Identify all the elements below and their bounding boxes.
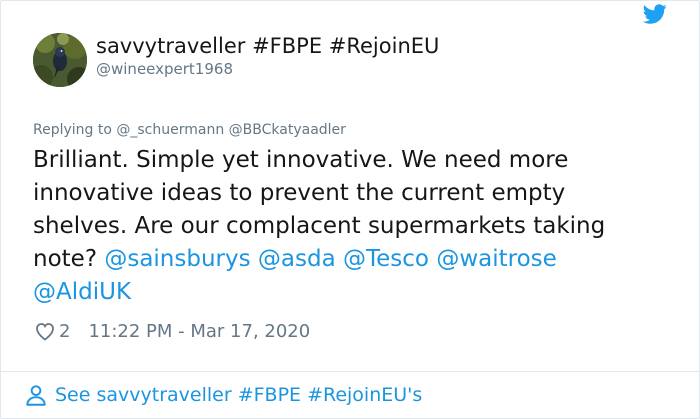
tweet-line: shelves. Are our complacent supermarkets… (33, 213, 606, 239)
mention-link[interactable]: @AldiUK (33, 279, 131, 305)
tweet-card: savvytraveller #FBPE #RejoinEU @wineexpe… (0, 0, 700, 419)
heart-icon[interactable] (33, 319, 57, 343)
tweet-line: innovative ideas to prevent the current … (33, 180, 566, 206)
see-more-label[interactable]: See savvytraveller #FBPE #RejoinEU's (55, 384, 422, 406)
replying-to: Replying to @_schuermann @BBCkatyaadler (33, 121, 346, 139)
tweet-line: Brilliant. Simple yet innovative. We nee… (33, 147, 569, 173)
divider (1, 371, 699, 372)
avatar-image (33, 33, 87, 87)
tweet-text: Brilliant. Simple yet innovative. We nee… (33, 144, 673, 309)
reply-mention[interactable]: @BBCkatyaadler (229, 122, 346, 138)
replying-to-label: Replying to (33, 122, 112, 138)
mention-link[interactable]: @asda (258, 246, 336, 272)
tweet-line-text: note? (33, 246, 98, 272)
avatar[interactable] (33, 33, 87, 87)
timestamp[interactable]: 11:22 PM - Mar 17, 2020 (88, 321, 310, 342)
mention-link[interactable]: @Tesco (343, 246, 429, 272)
twitter-bird-icon[interactable] (643, 2, 667, 26)
user-handle[interactable]: @wineexpert1968 (96, 59, 439, 79)
tweet-header: savvytraveller #FBPE #RejoinEU @wineexpe… (33, 33, 699, 89)
see-more-link[interactable]: See savvytraveller #FBPE #RejoinEU's (23, 381, 422, 409)
user-names: savvytraveller #FBPE #RejoinEU @wineexpe… (96, 33, 439, 79)
person-icon (26, 385, 46, 406)
like-count: 2 (59, 320, 71, 342)
tweet-line: note? @sainsburys @asda @Tesco @waitrose (33, 243, 673, 276)
reply-mention[interactable]: @_schuermann (116, 122, 224, 138)
mention-link[interactable]: @sainsburys (104, 246, 250, 272)
mention-link[interactable]: @waitrose (436, 246, 556, 272)
tweet-meta: 2 11:22 PM - Mar 17, 2020 (33, 319, 310, 343)
tweet-line: @AldiUK (33, 276, 673, 309)
display-name[interactable]: savvytraveller #FBPE #RejoinEU (96, 33, 439, 59)
